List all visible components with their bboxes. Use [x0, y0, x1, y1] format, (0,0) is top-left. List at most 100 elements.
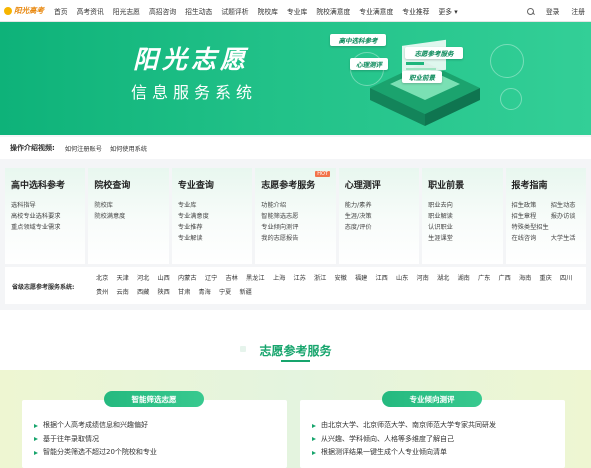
category-link[interactable]: 重点领域专业需求 — [11, 222, 85, 233]
category-link[interactable]: 招生章程 — [512, 211, 547, 222]
province-link[interactable]: 广东 — [478, 273, 499, 287]
province-link[interactable]: 甘肃 — [178, 287, 199, 301]
province-link[interactable]: 陕西 — [158, 287, 179, 301]
register-link[interactable]: 注册 — [571, 6, 585, 16]
nav-item-college-db[interactable]: 院校库 — [258, 6, 278, 16]
service-list-item: 根据测评结果一键生成个人专业倾向清单 — [312, 446, 496, 460]
category-link[interactable]: 专业倾向测评 — [261, 222, 335, 233]
nav-item-news[interactable]: 高考资讯 — [77, 6, 104, 16]
province-link[interactable]: 黑龙江 — [246, 273, 273, 287]
province-link[interactable]: 天津 — [117, 273, 138, 287]
section-header: 志愿参考服务 — [0, 310, 591, 370]
province-link[interactable]: 河北 — [137, 273, 158, 287]
category-link[interactable]: 专业解读 — [178, 233, 252, 244]
category-link[interactable]: 在线咨询 — [512, 233, 547, 244]
province-link[interactable]: 广西 — [499, 273, 520, 287]
province-link[interactable]: 贵州 — [96, 287, 117, 301]
category-title[interactable]: 高中选科参考 — [11, 178, 85, 191]
nav-item-major-recommend[interactable]: 专业推荐 — [402, 6, 429, 16]
nav-item-college-satisfaction[interactable]: 院校满意度 — [316, 6, 350, 16]
category-title[interactable]: 志愿参考服务 — [261, 178, 335, 191]
province-link[interactable]: 云南 — [117, 287, 138, 301]
province-link[interactable]: 安徽 — [335, 273, 356, 287]
nav-item-sunshine-volunteer[interactable]: 阳光志愿 — [113, 6, 140, 16]
site-logo[interactable]: 阳光高考 — [4, 5, 48, 16]
category-link[interactable]: 职业解读 — [428, 211, 502, 222]
category-link[interactable]: 专业库 — [178, 200, 252, 211]
province-link[interactable]: 江苏 — [294, 273, 315, 287]
section-title: 志愿参考服务 — [259, 344, 332, 358]
nav-item-major-db[interactable]: 专业库 — [287, 6, 307, 16]
category-title[interactable]: 专业查询 — [178, 178, 252, 191]
province-link[interactable]: 西藏 — [137, 287, 158, 301]
category-title[interactable]: 心理测评 — [345, 178, 419, 191]
province-link[interactable]: 河南 — [417, 273, 438, 287]
nav-item-home[interactable]: 首页 — [54, 6, 68, 16]
service-item-text: 智能分类筛选不超过20个院校和专业 — [43, 448, 157, 456]
province-link[interactable]: 湖北 — [437, 273, 458, 287]
service-list: 根据个人高考成绩信息和兴趣偏好 基于往年录取情况 智能分类筛选不超过20个院校和… — [34, 419, 157, 460]
category-link[interactable]: 报办访谈 — [551, 211, 586, 222]
category-link[interactable]: 智能筛选志愿 — [261, 211, 335, 222]
province-link[interactable]: 辽宁 — [205, 273, 226, 287]
province-link[interactable]: 四川 — [560, 273, 581, 287]
video-row: 操作介绍视频: 如何注册账号 如何使用系统 — [0, 137, 591, 159]
category-link[interactable]: 生涯课堂 — [428, 233, 502, 244]
category-link[interactable]: 功能介绍 — [261, 200, 335, 211]
service-card-title[interactable]: 智能筛选志愿 — [104, 391, 204, 407]
category-link[interactable]: 专业推荐 — [178, 222, 252, 233]
search-icon[interactable] — [526, 7, 534, 15]
province-link[interactable]: 青海 — [199, 287, 220, 301]
category-link[interactable]: 招生政策 — [512, 200, 547, 211]
category-link[interactable]: 院校满意度 — [94, 211, 168, 222]
login-link[interactable]: 登录 — [546, 6, 560, 16]
category-link[interactable]: 专业满意度 — [178, 211, 252, 222]
province-link[interactable]: 新疆 — [240, 287, 261, 301]
province-link[interactable]: 福建 — [355, 273, 376, 287]
category-link[interactable]: 大学生活 — [551, 233, 586, 244]
nav-item-major-satisfaction[interactable]: 专业满意度 — [359, 6, 393, 16]
service-item-text: 从兴趣、学科倾向、人格等多维度了解自己 — [321, 434, 454, 443]
province-link[interactable]: 宁夏 — [219, 287, 240, 301]
province-link[interactable]: 内蒙古 — [178, 273, 205, 287]
province-link[interactable]: 山西 — [158, 273, 179, 287]
video-link-register[interactable]: 如何注册账号 — [65, 144, 102, 153]
category-link[interactable]: 我的志愿报告 — [261, 233, 335, 244]
category-link[interactable]: 认识职业 — [428, 222, 502, 233]
category-psych-test: 心理测评 能力/素养 生涯/决策 态度/评价 — [338, 168, 420, 264]
category-link[interactable]: 特殊类型招生 — [512, 222, 586, 233]
triangle-bullet-icon — [312, 450, 316, 455]
category-link[interactable]: 选科指导 — [11, 200, 85, 211]
category-link[interactable]: 院校库 — [94, 200, 168, 211]
service-card-smart-filter: 智能筛选志愿 根据个人高考成绩信息和兴趣偏好 基于往年录取情况 智能分类筛选不超… — [22, 391, 287, 468]
category-title[interactable]: 报考指南 — [512, 178, 586, 191]
province-link[interactable]: 山东 — [396, 273, 417, 287]
nav-item-more[interactable]: 更多 ▾ — [438, 6, 457, 16]
category-link[interactable]: 态度/评价 — [345, 222, 419, 233]
nav-menu: 首页 高考资讯 阳光志愿 高招咨询 招生动态 试题评析 院校库 专业库 院校满意… — [54, 6, 467, 16]
video-link-usage[interactable]: 如何使用系统 — [110, 144, 147, 153]
category-link[interactable]: 生涯/决策 — [345, 211, 419, 222]
province-link[interactable]: 浙江 — [314, 273, 335, 287]
province-grid: 北京 天津 河北 山西 内蒙古 辽宁 吉林 黑龙江 上海 江苏 浙江 安徽 福建 江西 山东 河南 湖北 湖南 广东… — [96, 273, 581, 301]
banner-pill-career: 职业前景 — [402, 71, 442, 83]
category-link[interactable]: 职业去向 — [428, 200, 502, 211]
province-link[interactable]: 上海 — [273, 273, 294, 287]
nav-item-exam-review[interactable]: 试题评析 — [221, 6, 248, 16]
service-card-title[interactable]: 专业倾向测评 — [382, 391, 482, 407]
category-link[interactable]: 能力/素养 — [345, 200, 419, 211]
category-title[interactable]: 职业前景 — [428, 178, 502, 191]
province-link[interactable]: 重庆 — [540, 273, 561, 287]
province-link[interactable]: 江西 — [376, 273, 397, 287]
province-link[interactable]: 海南 — [519, 273, 540, 287]
province-link[interactable]: 湖南 — [458, 273, 479, 287]
logo-text: 阳光高考 — [14, 6, 44, 15]
category-link[interactable]: 高校专业选科要求 — [11, 211, 85, 222]
province-link[interactable]: 吉林 — [226, 273, 247, 287]
province-link[interactable]: 北京 — [96, 273, 117, 287]
category-title[interactable]: 院校查询 — [94, 178, 168, 191]
category-link[interactable]: 招生动态 — [551, 200, 586, 211]
nav-item-consult[interactable]: 高招咨询 — [149, 6, 176, 16]
service-item-text: 根据个人高考成绩信息和兴趣偏好 — [43, 421, 148, 429]
nav-item-admission-news[interactable]: 招生动态 — [185, 6, 212, 16]
